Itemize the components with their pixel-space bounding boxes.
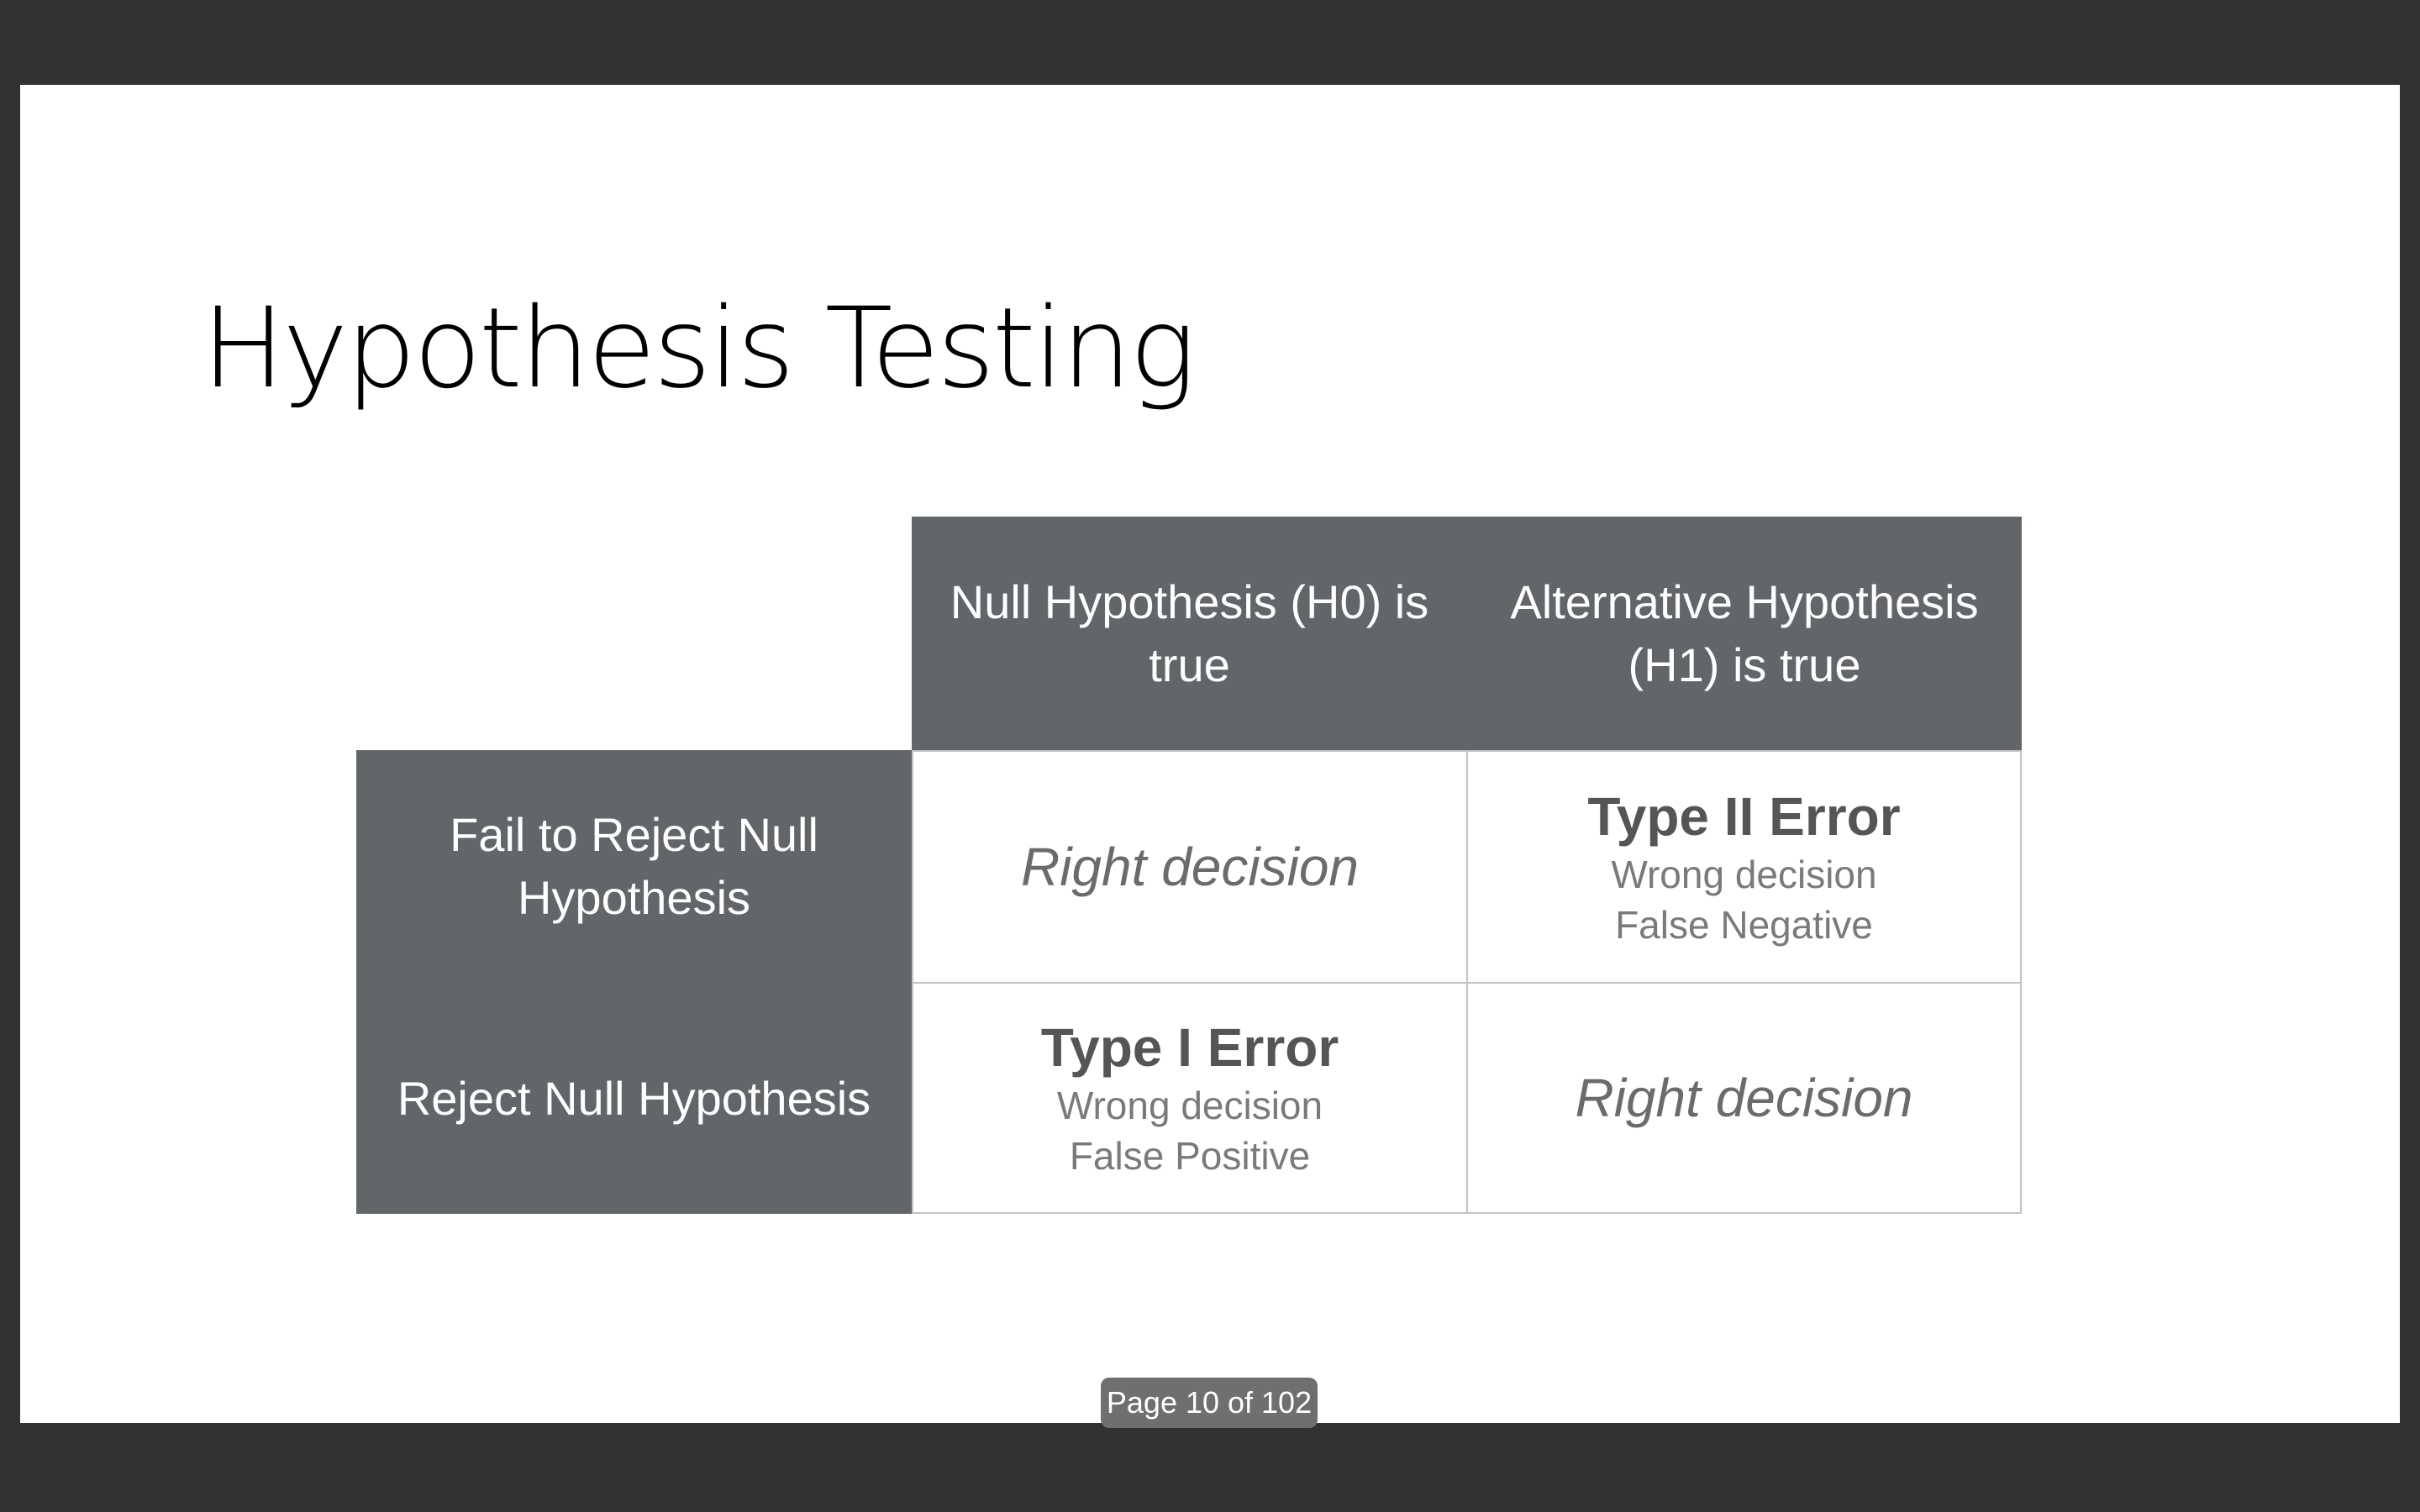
- slide-title: Hypothesis Testing: [202, 284, 1196, 413]
- slide-page: Hypothesis Testing Null Hypothesis (H0) …: [20, 85, 2400, 1423]
- type-ii-error-subtitle-1: Wrong decision: [1611, 853, 1877, 896]
- column-header-null-true-line1: Null Hypothesis (H0) is: [950, 575, 1429, 628]
- type-ii-error-title: Type II Error: [1587, 786, 1901, 847]
- right-decision-label: Right decision: [1575, 1068, 1913, 1128]
- row-header-reject-line1: Reject Null Hypothesis: [397, 1071, 871, 1125]
- cell-fail-to-reject-null-true: Right decision: [912, 750, 1468, 984]
- column-header-alternative-true-line2: (H1) is true: [1628, 638, 1861, 691]
- page-indicator: Page 10 of 102: [1101, 1378, 1318, 1428]
- type-i-error-subtitle-1: Wrong decision: [1056, 1084, 1323, 1127]
- cell-reject-null-true: Type I Error Wrong decision False Positi…: [912, 982, 1468, 1214]
- row-header-fail-to-reject-line1: Fail to Reject Null: [450, 808, 818, 861]
- cell-fail-to-reject-alternative-true: Type II Error Wrong decision False Negat…: [1466, 750, 2022, 984]
- row-header-fail-to-reject: Fail to Reject Null Hypothesis: [356, 750, 912, 982]
- cell-reject-alternative-true: Right decision: [1466, 982, 2022, 1214]
- row-header-reject: Reject Null Hypothesis: [356, 982, 912, 1214]
- column-header-null-true: Null Hypothesis (H0) is true: [912, 517, 1467, 750]
- column-header-alternative-true: Alternative Hypothesis (H1) is true: [1467, 517, 2022, 750]
- row-header-fail-to-reject-line2: Hypothesis: [517, 871, 751, 924]
- right-decision-label: Right decision: [1021, 837, 1359, 897]
- column-header-alternative-true-line1: Alternative Hypothesis: [1510, 575, 1979, 628]
- column-header-null-true-line2: true: [1149, 638, 1230, 691]
- type-i-error-subtitle-2: False Positive: [1069, 1134, 1311, 1178]
- document-viewer: Hypothesis Testing Null Hypothesis (H0) …: [0, 0, 2420, 1512]
- hypothesis-decision-matrix: Null Hypothesis (H0) is true Alternative…: [356, 517, 2022, 1214]
- type-ii-error-subtitle-2: False Negative: [1615, 903, 1873, 947]
- type-i-error-title: Type I Error: [1040, 1017, 1339, 1078]
